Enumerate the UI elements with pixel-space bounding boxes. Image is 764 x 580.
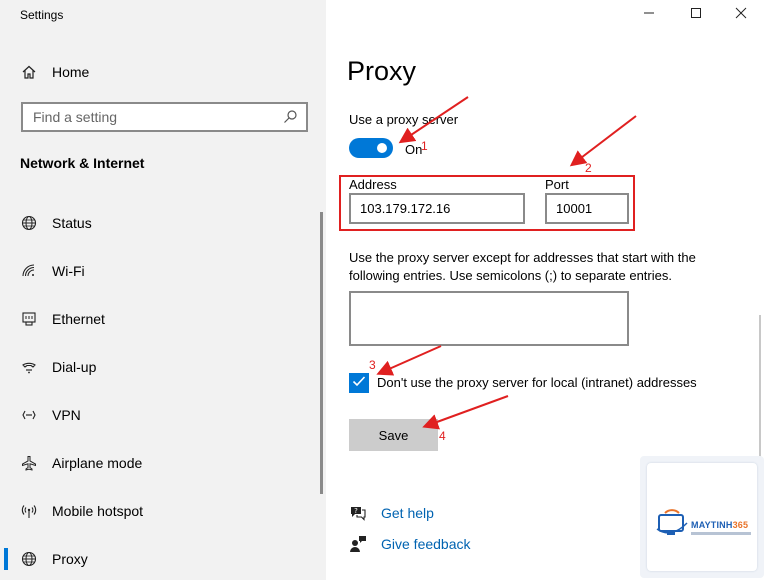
sidebar-item-status[interactable]: Status (0, 199, 326, 247)
checkmark-icon (352, 374, 366, 393)
sidebar-item-label: Dial-up (52, 359, 97, 375)
use-proxy-label: Use a proxy server (349, 112, 459, 127)
svg-text:?: ? (354, 507, 358, 515)
home-label: Home (52, 64, 90, 80)
search-input[interactable] (33, 109, 282, 125)
section-title: Network & Internet (20, 155, 145, 171)
sidebar-item-label: Proxy (52, 551, 88, 567)
toggle-state-label: On (405, 142, 423, 157)
local-addresses-checkbox[interactable] (349, 373, 369, 393)
port-input[interactable] (545, 193, 629, 224)
search-box[interactable] (21, 102, 308, 132)
sidebar-item-vpn[interactable]: VPN (0, 391, 326, 439)
sidebar-item-label: Status (52, 215, 92, 231)
toggle-knob (377, 143, 387, 153)
home-icon (20, 63, 38, 81)
help-chat-icon: ? (349, 504, 367, 522)
airplane-icon (20, 454, 38, 472)
arrow-3 (376, 345, 442, 376)
sidebar-item-dialup[interactable]: Dial-up (0, 343, 326, 391)
dialup-icon (20, 358, 38, 376)
arrow-2 (569, 115, 637, 167)
close-icon (735, 6, 747, 24)
annotation-number-3: 3 (369, 358, 376, 372)
hotspot-icon (20, 502, 38, 520)
sidebar-item-ethernet[interactable]: Ethernet (0, 295, 326, 343)
sidebar-item-label: Airplane mode (52, 455, 143, 471)
sidebar-item-label: Ethernet (52, 311, 105, 327)
give-feedback-link[interactable]: Give feedback (349, 535, 471, 553)
sidebar-scrollbar[interactable] (320, 212, 323, 494)
wifi-icon (20, 262, 38, 280)
home-nav[interactable]: Home (20, 60, 89, 84)
annotation-number-2: 2 (585, 161, 592, 175)
exceptions-description: Use the proxy server except for addresse… (349, 250, 696, 283)
main-scrollbar[interactable] (759, 315, 761, 465)
use-proxy-toggle[interactable] (349, 138, 393, 158)
address-input[interactable] (349, 193, 525, 224)
globe-icon (20, 214, 38, 232)
sidebar-item-wifi[interactable]: Wi-Fi (0, 247, 326, 295)
feedback-icon (349, 535, 367, 553)
sidebar-item-proxy[interactable]: Proxy (0, 535, 326, 580)
close-button[interactable] (718, 0, 764, 30)
annotation-number-4: 4 (439, 429, 446, 443)
sidebar-nav: Status Wi-Fi Ethernet Dial-up VPN Airpla… (0, 199, 326, 580)
minimize-icon (643, 6, 655, 24)
logo-tagline-bar (691, 532, 751, 535)
sidebar-item-airplane-mode[interactable]: Airplane mode (0, 439, 326, 487)
minimize-button[interactable] (626, 0, 672, 30)
logo-brand-text: MAYTINH365 (691, 520, 749, 530)
watermark-logo: MAYTINH365 (640, 456, 764, 578)
maximize-button[interactable] (673, 0, 719, 30)
give-feedback-label: Give feedback (381, 536, 471, 552)
address-label: Address (349, 177, 397, 192)
logo-card: MAYTINH365 (647, 463, 757, 571)
ethernet-icon (20, 310, 38, 328)
annotation-number-1: 1 (421, 139, 428, 153)
search-icon[interactable] (282, 109, 298, 125)
sidebar: Settings Home Network & Internet Status … (0, 0, 326, 580)
logo-monitor-icon (656, 509, 688, 535)
sidebar-item-label: VPN (52, 407, 81, 423)
window-title: Settings (20, 8, 64, 22)
exceptions-textarea[interactable] (349, 291, 629, 346)
sidebar-item-label: Mobile hotspot (52, 503, 144, 519)
get-help-label: Get help (381, 505, 434, 521)
sidebar-item-label: Wi-Fi (52, 263, 85, 279)
local-addresses-label: Don't use the proxy server for local (in… (377, 375, 697, 390)
save-button[interactable]: Save (349, 419, 438, 451)
get-help-link[interactable]: ? Get help (349, 504, 434, 522)
globe-icon (20, 550, 38, 568)
maximize-icon (690, 6, 702, 24)
arrow-4 (422, 395, 509, 430)
page-title: Proxy (347, 56, 417, 86)
vpn-icon (20, 406, 38, 424)
port-label: Port (545, 177, 569, 192)
sidebar-item-mobile-hotspot[interactable]: Mobile hotspot (0, 487, 326, 535)
